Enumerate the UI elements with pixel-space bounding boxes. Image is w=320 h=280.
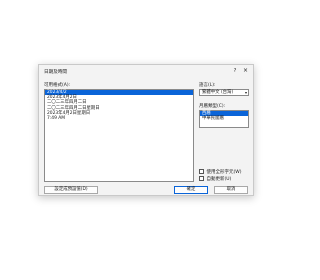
auto-update-label: 自動更新(U) bbox=[206, 176, 232, 182]
dialog-title: 日期及時間 bbox=[44, 70, 67, 75]
date-time-dialog: 日期及時間 ? × 可用格式(A): 2023/4/2 2023年4月2日 二〇… bbox=[38, 64, 254, 196]
format-item[interactable]: 7:49 AM bbox=[45, 116, 193, 121]
set-default-button[interactable]: 設定成預設值(D) bbox=[44, 186, 98, 194]
use-fullwidth-option[interactable]: 使用全形字元(W) bbox=[199, 169, 242, 175]
use-fullwidth-label: 使用全形字元(W) bbox=[206, 169, 242, 175]
auto-update-checkbox[interactable] bbox=[199, 176, 204, 181]
calendar-type-label: 月曆類型(C): bbox=[199, 104, 226, 109]
language-value: 繁體中文 (台灣) bbox=[202, 90, 234, 95]
calendar-type-listbox[interactable]: 西曆 中華民國曆 bbox=[199, 110, 249, 128]
close-button[interactable]: × bbox=[242, 68, 249, 74]
dialog-titlebar[interactable]: 日期及時間 ? × bbox=[39, 65, 253, 79]
language-label: 語言(L): bbox=[199, 83, 216, 88]
use-fullwidth-checkbox[interactable] bbox=[199, 169, 204, 174]
formats-label: 可用格式(A): bbox=[44, 83, 71, 88]
calendar-item[interactable]: 中華民國曆 bbox=[200, 116, 248, 121]
formats-listbox[interactable]: 2023/4/2 2023年4月2日 二〇二三年四月二日 二〇二三年四月二日星期… bbox=[44, 89, 194, 182]
language-select[interactable]: 繁體中文 (台灣) ▾ bbox=[199, 89, 249, 96]
ok-button[interactable]: 確定 bbox=[174, 186, 208, 194]
chevron-down-icon: ▾ bbox=[244, 90, 247, 95]
cancel-button[interactable]: 取消 bbox=[214, 186, 248, 194]
help-button[interactable]: ? bbox=[232, 68, 238, 74]
auto-update-option[interactable]: 自動更新(U) bbox=[199, 176, 232, 182]
